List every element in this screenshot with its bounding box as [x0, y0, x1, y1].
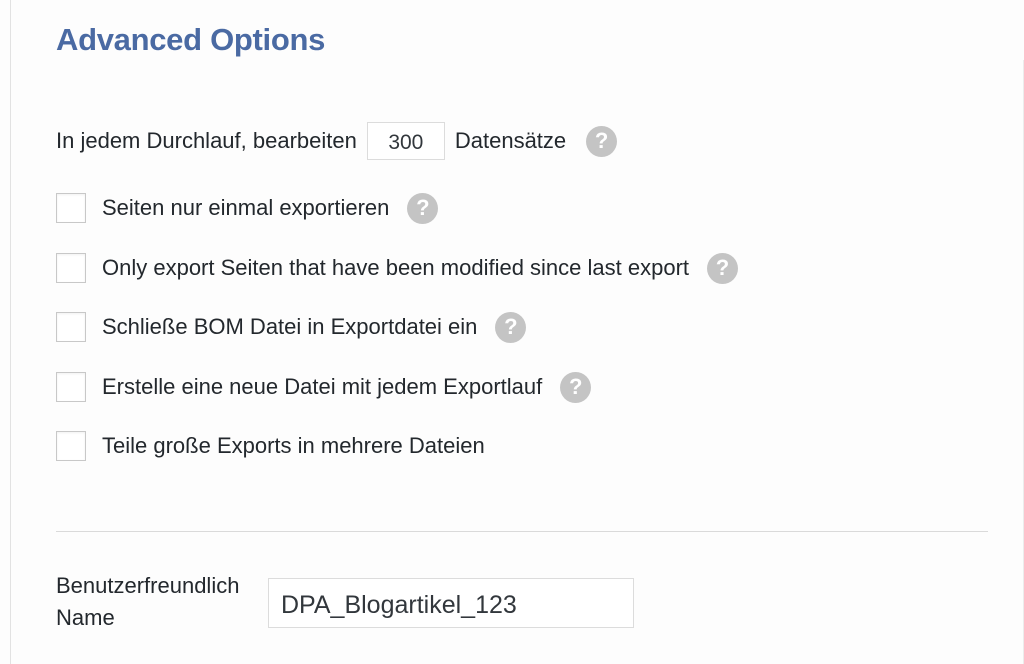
question-circle-icon[interactable]: ?	[707, 252, 739, 284]
option-label: Seiten nur einmal exportieren	[102, 195, 390, 220]
option-row-include-bom[interactable]: Schließe BOM Datei in Exportdatei ein ?	[56, 310, 527, 344]
option-label: Only export Seiten that have been modifi…	[102, 255, 690, 280]
option-label: Schließe BOM Datei in Exportdatei ein	[102, 314, 478, 339]
section-divider	[56, 531, 988, 532]
batch-label-after: Datensätze	[454, 128, 567, 153]
question-circle-icon[interactable]: ?	[586, 125, 618, 157]
friendly-name-input[interactable]	[268, 578, 634, 628]
batch-size-row: In jedem Durchlauf, bearbeiten Datensätz…	[56, 120, 618, 162]
checkbox-split-exports[interactable]	[56, 431, 86, 461]
option-label: Erstelle eine neue Datei mit jedem Expor…	[102, 374, 543, 399]
checkbox-export-once[interactable]	[56, 193, 86, 223]
section-title: Advanced Options	[56, 22, 326, 57]
option-row-export-once[interactable]: Seiten nur einmal exportieren ?	[56, 191, 439, 225]
question-circle-icon[interactable]: ?	[407, 192, 439, 224]
batch-label-before: In jedem Durchlauf, bearbeiten	[56, 128, 357, 153]
option-row-new-file-per-run[interactable]: Erstelle eine neue Datei mit jedem Expor…	[56, 370, 592, 404]
option-label: Teile große Exports in mehrere Dateien	[102, 433, 485, 458]
advanced-options-panel: Advanced Options In jedem Durchlauf, bea…	[0, 0, 1024, 664]
checkbox-modified-only[interactable]	[56, 253, 86, 283]
batch-size-input[interactable]	[366, 122, 445, 160]
question-circle-icon[interactable]: ?	[495, 311, 527, 343]
option-row-modified-only[interactable]: Only export Seiten that have been modifi…	[56, 251, 739, 285]
friendly-name-label: Benutzerfreundlich Name	[56, 573, 240, 630]
option-row-split-exports[interactable]: Teile große Exports in mehrere Dateien	[56, 429, 485, 463]
checkbox-include-bom[interactable]	[56, 312, 86, 342]
left-border	[10, 0, 11, 664]
checkbox-new-file-per-run[interactable]	[56, 372, 86, 402]
question-circle-icon[interactable]: ?	[560, 371, 592, 403]
